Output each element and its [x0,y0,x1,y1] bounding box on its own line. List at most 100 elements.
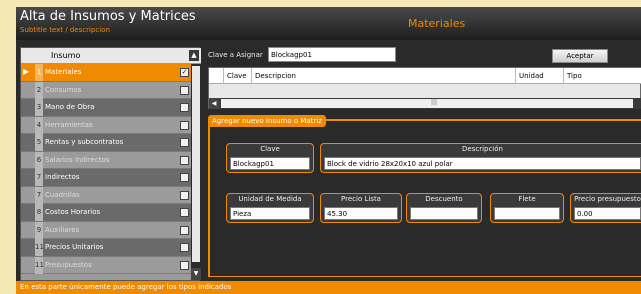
list-item[interactable]: 6 Salarios Indirectos [21,151,191,169]
list-item-number: 7 [35,186,43,204]
precio-lista-input[interactable]: 45.30 [324,207,398,220]
status-text: En esta parte únicamente puede agregar l… [20,283,232,291]
list-item-label: Rentas y subcontratos [45,138,124,146]
list-item[interactable]: 4 Herramientas [21,116,191,134]
clave-assign-row: Clave a Asignar Blockagp01 Aceptar [208,47,641,63]
horizontal-scrollbar[interactable]: ◀ ||| [209,98,641,109]
list-item-label: Salarios Indirectos [45,155,110,164]
descuento-label: Descuento [425,195,463,203]
list-item-label: Presupuestos [45,260,92,269]
list-item-number: 6 [35,151,43,169]
new-item-panel: Clave Blockagp01 Descripción Block de vi… [208,125,641,277]
list-item-label: Cuadrillas [45,190,80,199]
precio-presupuesto-field: Precio presupuesto 0.00 [570,193,641,223]
list-item-checkbox[interactable] [180,243,189,252]
precio-lista-field: Precio Lista 45.30 [320,193,402,223]
descripcion-field: Descripción Block de vidrio 28x20x10 azu… [320,143,641,173]
list-item-label: Costos Horarios [45,208,101,216]
list-item[interactable]: 8 Costos Horarios [21,204,191,222]
column-separator [251,68,252,84]
clave-assign-label: Clave a Asignar [208,51,263,59]
list-item-label: Precios Unitarios [45,243,104,251]
list-item-number: 4 [35,116,43,134]
list-item-number: 11 [35,239,44,256]
column-header-tipo[interactable]: Tipo [567,72,582,80]
unidad-field: Unidad de Medida Pieza [226,193,314,223]
vertical-scrollbar[interactable]: ▼ [191,64,201,280]
flete-label: Flete [518,195,536,203]
column-sort-icon[interactable]: ▲ [189,50,199,61]
list-item-checkbox[interactable] [180,85,189,95]
clave-field: Clave Blockagp01 [226,143,314,173]
horizontal-scrollbar-thumb[interactable]: ||| [221,99,633,108]
list-item-checkbox[interactable] [180,138,189,147]
descripcion-input[interactable]: Block de vidrio 28x20x10 azul polar [324,157,641,170]
precio-presupuesto-label: Precio presupuesto [574,195,641,203]
list-item[interactable]: 9 Auxiliares [21,221,191,239]
scroll-left-icon[interactable]: ◀ [209,98,219,109]
scrollbar-thumb[interactable] [192,66,200,262]
column-separator [515,68,516,84]
scroll-down-icon[interactable]: ▼ [191,268,201,280]
title-bar: Alta de Insumos y Matrices Subtitle text… [16,7,641,40]
list-item[interactable]: 11 Presupuestos [21,256,191,274]
list-item-label: Herramientas [45,120,93,129]
results-grid: Clave Descripcion Unidad Tipo ◀ ||| [208,67,641,109]
list-item-label: Consumos [45,85,82,94]
list-item-label: Indirectos [45,173,80,181]
list-item-number: 2 [35,81,43,99]
window-subtitle: Subtitle text / descripcion [20,26,110,34]
list-item-checkbox[interactable] [180,190,189,200]
descuento-input[interactable] [410,207,478,220]
list-item[interactable]: 5 Rentas y subcontratos [21,134,191,152]
app-window: Alta de Insumos y Matrices Subtitle text… [16,7,641,294]
section-title: Materiales [408,17,466,30]
window-title: Alta de Insumos y Matrices [20,9,196,24]
insumo-column-header: Insumo [51,51,81,60]
clave-assign-input[interactable]: Blockagp01 [268,47,396,62]
column-header-unidad[interactable]: Unidad [519,72,544,80]
list-item-checkbox[interactable] [180,260,189,270]
status-bar: En esta parte únicamente puede agregar l… [16,281,641,294]
list-item[interactable]: 7 Indirectos [21,169,191,187]
list-item[interactable]: 2 Consumos [21,81,191,99]
unidad-label: Unidad de Medida [238,195,302,203]
list-item-checkbox[interactable] [180,155,189,165]
list-item-number: 5 [35,134,43,151]
list-item-label: Mano de Obra [45,103,95,111]
accept-button[interactable]: Aceptar [552,49,608,63]
column-separator [223,68,224,84]
list-item-number: 1 [35,64,43,81]
list-item-checkbox[interactable] [180,120,189,130]
list-item[interactable]: ▶ 1 Materiales ✓ [21,64,191,82]
grid-header: Clave Descripcion Unidad Tipo [209,68,641,84]
clave-label: Clave [260,145,280,153]
list-item[interactable]: 11 Precios Unitarios [21,239,191,257]
list-item[interactable]: 7 Cuadrillas [21,186,191,204]
list-item-number: 8 [35,204,43,221]
list-item-checkbox[interactable] [180,103,189,112]
clave-input[interactable]: Blockagp01 [230,157,310,170]
list-item-checkbox[interactable] [180,208,189,217]
descuento-field: Descuento [406,193,482,223]
list-item-label: Materiales [45,68,82,76]
column-header-clave[interactable]: Clave [227,72,247,80]
flete-field: Flete [490,193,564,223]
list-item-checkbox[interactable] [180,225,189,235]
precio-lista-label: Precio Lista [341,195,381,203]
descripcion-label: Descripción [462,145,503,153]
list-item[interactable]: 3 Mano de Obra [21,99,191,117]
list-item-number: 3 [35,99,43,116]
precio-presupuesto-input[interactable]: 0.00 [574,207,641,220]
insumo-rows: ▶ 1 Materiales ✓ 2 Consumos 3 Mano de Obra 4 Herr… [21,64,191,274]
list-item-checkbox[interactable] [180,173,189,182]
row-indicator-icon: ▶ [23,67,30,76]
flete-input[interactable] [494,207,560,220]
list-item-number: 9 [35,221,43,239]
column-separator [563,68,564,84]
insumo-list-header[interactable]: Insumo ▲ [21,48,201,64]
list-item-checkbox[interactable]: ✓ [180,68,189,77]
unidad-input[interactable]: Pieza [230,207,310,220]
list-item-number: 7 [35,169,43,186]
column-header-descripcion[interactable]: Descripcion [255,72,296,80]
